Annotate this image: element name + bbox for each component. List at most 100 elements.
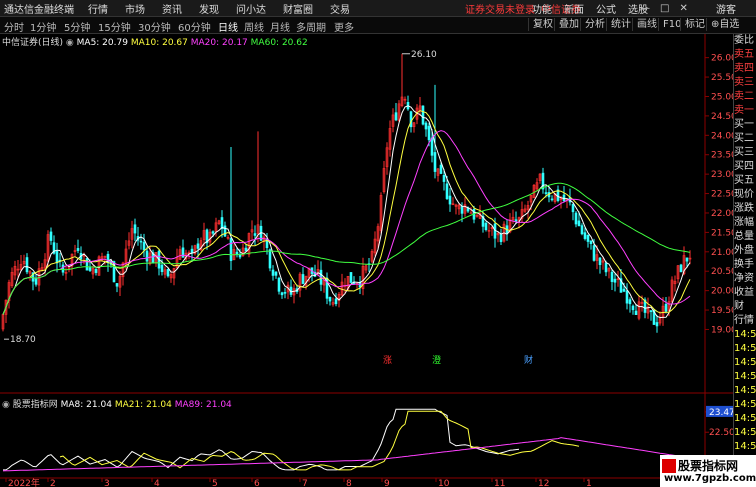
y-tick-label: 22.50: [711, 190, 733, 200]
quote-panel-row: 净资: [734, 273, 754, 284]
candle-body: [274, 271, 278, 276]
ma10-line: [2, 110, 691, 315]
candle-body: [277, 277, 281, 292]
y-tick-label: 20.00: [711, 287, 733, 297]
candle-body: [433, 152, 437, 172]
candle-body: [571, 203, 575, 213]
x-tick-label: 5: [212, 479, 218, 487]
candle-body: [634, 310, 638, 316]
candle-body: [430, 137, 434, 156]
candle-body: [223, 225, 227, 237]
candle-body: [586, 234, 590, 242]
y-tick-label: 23.50: [711, 151, 733, 161]
candle-body: [139, 240, 143, 243]
quote-panel-row: 行情: [734, 315, 754, 326]
low-marker: 18.70: [10, 335, 36, 345]
candle-body: [394, 112, 398, 121]
candle-body: [604, 262, 608, 273]
quote-panel: 委比 卖五 卖四 卖三 卖二 卖一 买一 买二 买三 买四 买五 现价 涨跌 涨幅 总量 外盘 换手 净资 收益财行…: [733, 34, 756, 487]
y-tick-label: 21.00: [711, 248, 733, 258]
y-tick-label: 24.00: [711, 131, 733, 141]
y-tick-label: 25.00: [711, 92, 733, 102]
candle-body: [142, 242, 146, 251]
kline-chart[interactable]: 26.00 25.50 25.00 24.50 24.00 23.50 23.00 22.50…: [0, 0, 733, 487]
ma60-line: [2, 182, 691, 315]
quote-panel-row: 涨幅: [734, 217, 754, 228]
quote-panel-row: 14:50: [734, 427, 756, 438]
candle-body: [631, 305, 635, 311]
candle-body: [49, 231, 53, 241]
watermark-logo-icon: [662, 459, 676, 473]
quote-panel-row: 买二: [734, 133, 754, 144]
x-tick-label: 2022年: [8, 477, 40, 487]
x-tick-label: 10: [438, 479, 450, 487]
candle-body: [439, 164, 443, 174]
candle-body: [649, 310, 653, 313]
candle-body: [442, 174, 446, 182]
quote-panel-row: 卖一: [734, 105, 754, 116]
quote-panel-row: 14:50: [734, 399, 756, 410]
quote-panel-row: 委比: [734, 35, 754, 46]
candle-body: [85, 258, 89, 271]
y-tick-label: 20.50: [711, 267, 733, 277]
quote-panel-row: 涨跌: [734, 203, 754, 214]
x-tick-label: 9: [384, 479, 390, 487]
quote-panel-row: 买四: [734, 161, 754, 172]
quote-panel-row: 卖二: [734, 91, 754, 102]
quote-panel-row: 换手: [734, 259, 754, 270]
candle-body: [334, 298, 338, 305]
x-tick-label: 1: [586, 479, 592, 487]
candle-body: [655, 322, 659, 327]
candle-body: [628, 299, 632, 305]
candle-body: [448, 195, 452, 205]
candle-body: [301, 274, 305, 284]
candle-body: [580, 225, 584, 235]
candle-body: [25, 257, 29, 273]
y-tick-label: 24.50: [711, 112, 733, 122]
candle-body: [484, 222, 488, 231]
candle-body: [409, 111, 413, 128]
quote-panel-row: 买五: [734, 175, 754, 186]
candle-body: [679, 264, 683, 273]
candle-body: [514, 219, 518, 222]
x-tick-label: 7: [302, 479, 308, 487]
sub-y-tick-label: 23.47: [709, 408, 733, 418]
candle-body: [115, 283, 119, 287]
candle-body: [229, 238, 233, 261]
candle-body: [271, 269, 275, 276]
x-tick-label: 12: [538, 479, 549, 487]
candle-body: [664, 303, 668, 312]
quote-panel-row: 现价: [734, 189, 754, 200]
candle-body: [577, 220, 581, 227]
quote-panel-row: 总量: [734, 231, 754, 242]
event-marker: 澄: [432, 354, 441, 366]
candle-body: [445, 183, 449, 199]
y-tick-label: 25.50: [711, 73, 733, 83]
candle-body: [328, 297, 332, 302]
event-marker: 涨: [383, 355, 392, 366]
y-tick-label: 26.00: [711, 54, 733, 64]
quote-panel-row: 14:50: [734, 329, 756, 340]
y-tick-label: 21.50: [711, 228, 733, 238]
quote-panel-row: 14:50: [734, 413, 756, 424]
candle-body: [280, 292, 284, 296]
candle-body: [145, 250, 149, 262]
quote-panel-row: 卖五: [734, 49, 754, 60]
candle-body: [685, 257, 689, 262]
candle-body: [589, 240, 593, 244]
candle-body: [235, 251, 239, 255]
quote-panel-row: 14:50: [734, 343, 756, 354]
quote-panel-row: 财: [734, 301, 744, 312]
candle-body: [190, 248, 194, 254]
candle-body: [160, 264, 164, 273]
candle-body: [598, 257, 602, 265]
quote-panel-row: 14:50: [734, 385, 756, 396]
candle-body: [166, 268, 170, 277]
candle-body: [94, 269, 98, 273]
candle-body: [88, 267, 92, 271]
candle-body: [61, 264, 65, 273]
x-tick-label: 2: [50, 479, 56, 487]
candle-body: [181, 247, 185, 258]
y-tick-label: 19.50: [711, 306, 733, 316]
quote-panel-row: 卖四: [734, 63, 754, 74]
